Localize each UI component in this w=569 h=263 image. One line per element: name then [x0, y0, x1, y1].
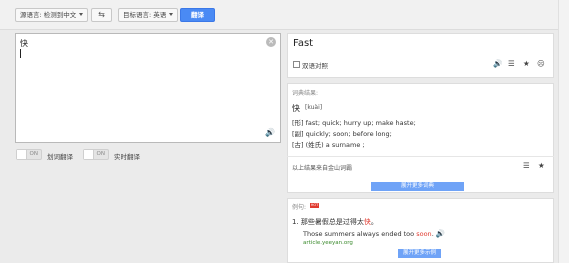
result-panel: [287, 33, 554, 78]
clear-icon[interactable]: ✕: [266, 37, 276, 47]
list-icon[interactable]: ☰: [508, 60, 515, 68]
toggle-knob: [17, 150, 27, 159]
translate-button[interactable]: 翻译: [180, 8, 215, 22]
swap-arrows-icon: ⇆: [98, 10, 105, 19]
speaker-icon[interactable]: 🔊: [436, 229, 445, 238]
source-language-label: 源语言: 检测到中文: [20, 11, 77, 19]
dictionary-pinyin: [kuài]: [305, 104, 323, 111]
toggle-label-word-select: 划词翻译: [47, 153, 73, 161]
definition-line: [副] quickly; soon; before long;: [292, 130, 392, 138]
toggle-state: ON: [29, 151, 38, 157]
star-icon[interactable]: ★: [538, 162, 545, 170]
divider: [287, 156, 554, 157]
hot-badge: HOT: [310, 203, 319, 208]
dictionary-word: 快: [292, 104, 300, 113]
toggle-word-select-translate[interactable]: ON: [16, 149, 42, 160]
example-en-text: Those summers always ended too: [303, 230, 417, 238]
definition-line: [形] fast; quick; hurry up; make haste;: [292, 119, 416, 127]
list-icon[interactable]: ☰: [523, 162, 530, 170]
target-language-label: 目标语言: 英语: [123, 11, 167, 19]
chevron-down-icon: [79, 13, 84, 16]
source-text: 快: [20, 39, 28, 48]
expand-more-dictionary-button[interactable]: 展开更多词典: [371, 182, 464, 191]
dictionary-panel: [287, 83, 554, 193]
example-english: Those summers always ended too soon. 🔊: [303, 229, 445, 239]
text-cursor: [20, 49, 21, 58]
dictionary-header: 词典结果:: [292, 90, 319, 97]
scrollbar[interactable]: [558, 0, 569, 263]
example-chinese: 1. 那些暑假总是过得太快。: [292, 217, 378, 227]
example-source-link[interactable]: article.yeeyan.org: [303, 240, 353, 246]
dictionary-source-note: 以上结果来自金山词霸: [292, 165, 353, 172]
expand-more-examples-button[interactable]: 展开更多示例: [398, 249, 441, 258]
example-index: 1.: [292, 218, 299, 226]
feedback-icon[interactable]: ☹: [537, 60, 545, 68]
examples-header: 例句:: [292, 204, 307, 211]
definition-line: [古] (姓氏) a surname ;: [292, 141, 365, 149]
toggle-state: ON: [96, 151, 105, 157]
chevron-down-icon: [169, 13, 174, 16]
speaker-icon[interactable]: 🔊: [265, 128, 275, 137]
example-cn-end: 。: [370, 218, 378, 226]
example-en-end: .: [431, 230, 434, 238]
translation-result: Fast: [293, 38, 314, 49]
swap-languages-button[interactable]: ⇆: [91, 8, 112, 22]
example-cn-text: 那些暑假总是过得太: [300, 218, 364, 226]
toggle-label-realtime: 实时翻译: [114, 153, 140, 161]
example-en-highlight: soon: [416, 230, 432, 238]
toggle-realtime-translate[interactable]: ON: [83, 149, 109, 160]
example-cn-highlight: 快: [363, 218, 371, 226]
source-language-dropdown[interactable]: 源语言: 检测到中文: [15, 8, 89, 22]
target-language-dropdown[interactable]: 目标语言: 英语: [118, 8, 179, 22]
toggle-knob: [84, 150, 94, 159]
source-text-area[interactable]: [15, 33, 281, 143]
bilingual-checkbox-label: 双语对照: [302, 62, 328, 70]
bilingual-checkbox[interactable]: [293, 61, 300, 68]
star-icon[interactable]: ★: [523, 60, 530, 68]
speaker-icon[interactable]: 🔊: [493, 60, 502, 68]
